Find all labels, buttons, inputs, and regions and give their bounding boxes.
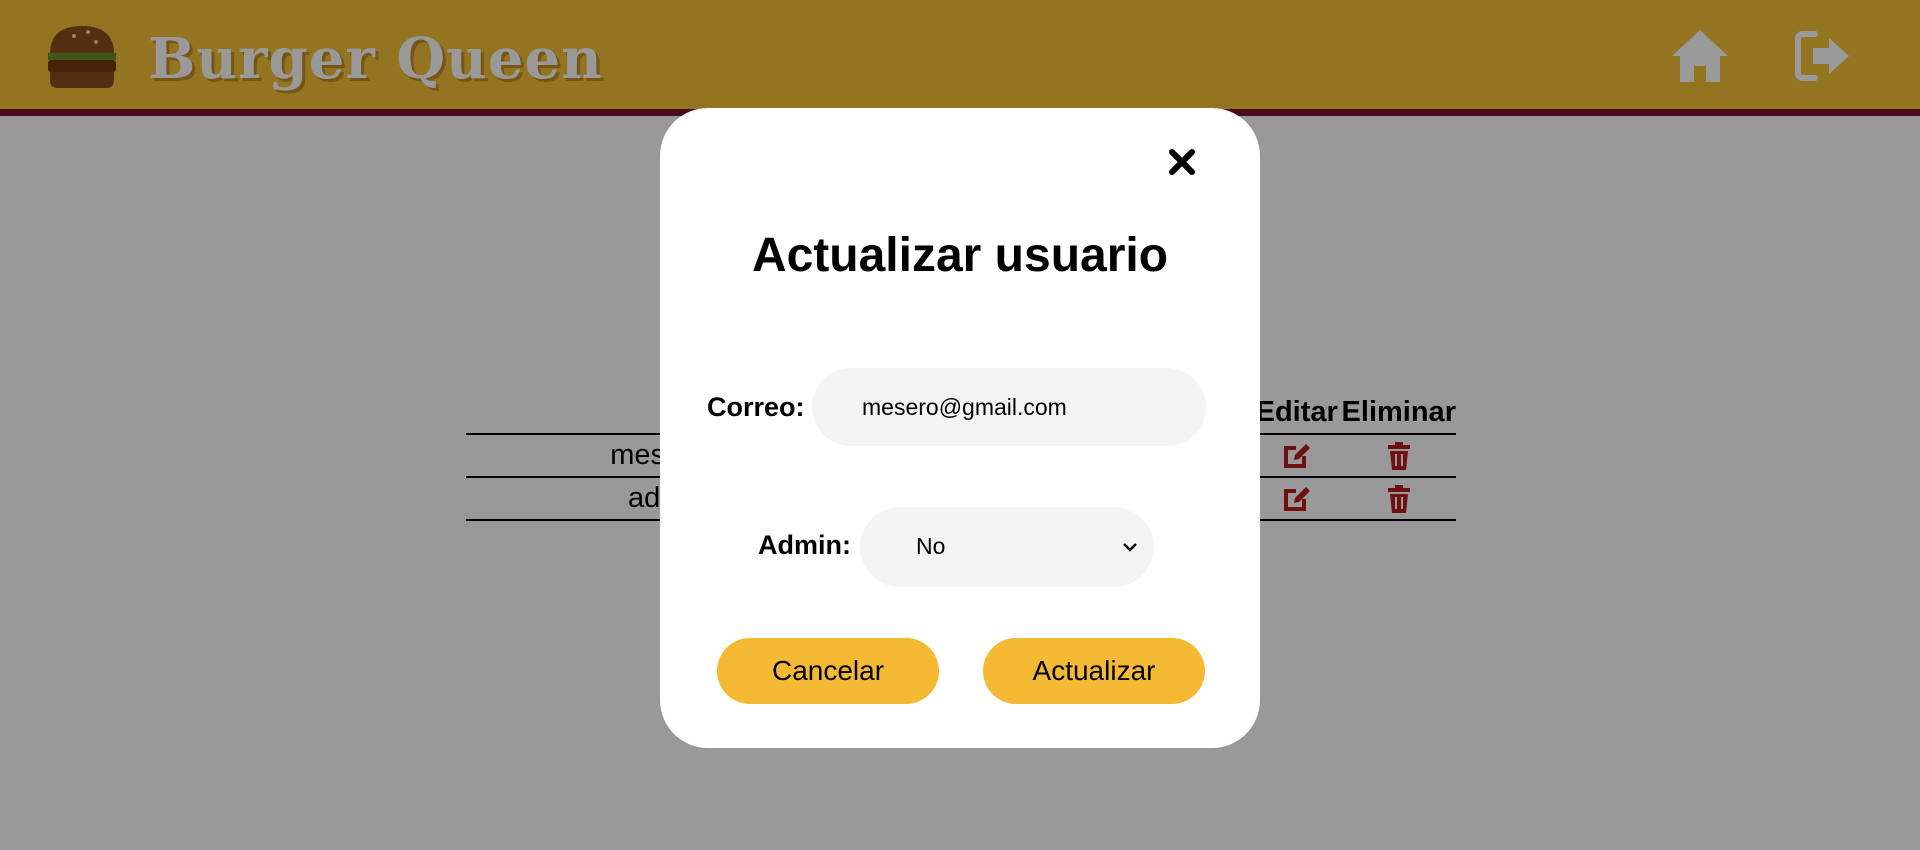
close-icon	[1169, 149, 1195, 175]
chevron-down-icon	[1123, 543, 1137, 552]
update-user-modal: Actualizar usuario Correo: Admin: No Can…	[660, 108, 1260, 748]
close-button[interactable]	[1160, 140, 1204, 184]
modal-title: Actualizar usuario	[751, 229, 1169, 282]
email-field[interactable]	[812, 368, 1206, 446]
cancel-button[interactable]: Cancelar	[717, 638, 939, 704]
admin-select-value: No	[916, 533, 946, 559]
update-button[interactable]: Actualizar	[983, 638, 1205, 704]
email-label: Correo:	[707, 392, 805, 422]
admin-label: Admin:	[758, 530, 851, 560]
admin-select[interactable]: No	[860, 507, 1154, 587]
